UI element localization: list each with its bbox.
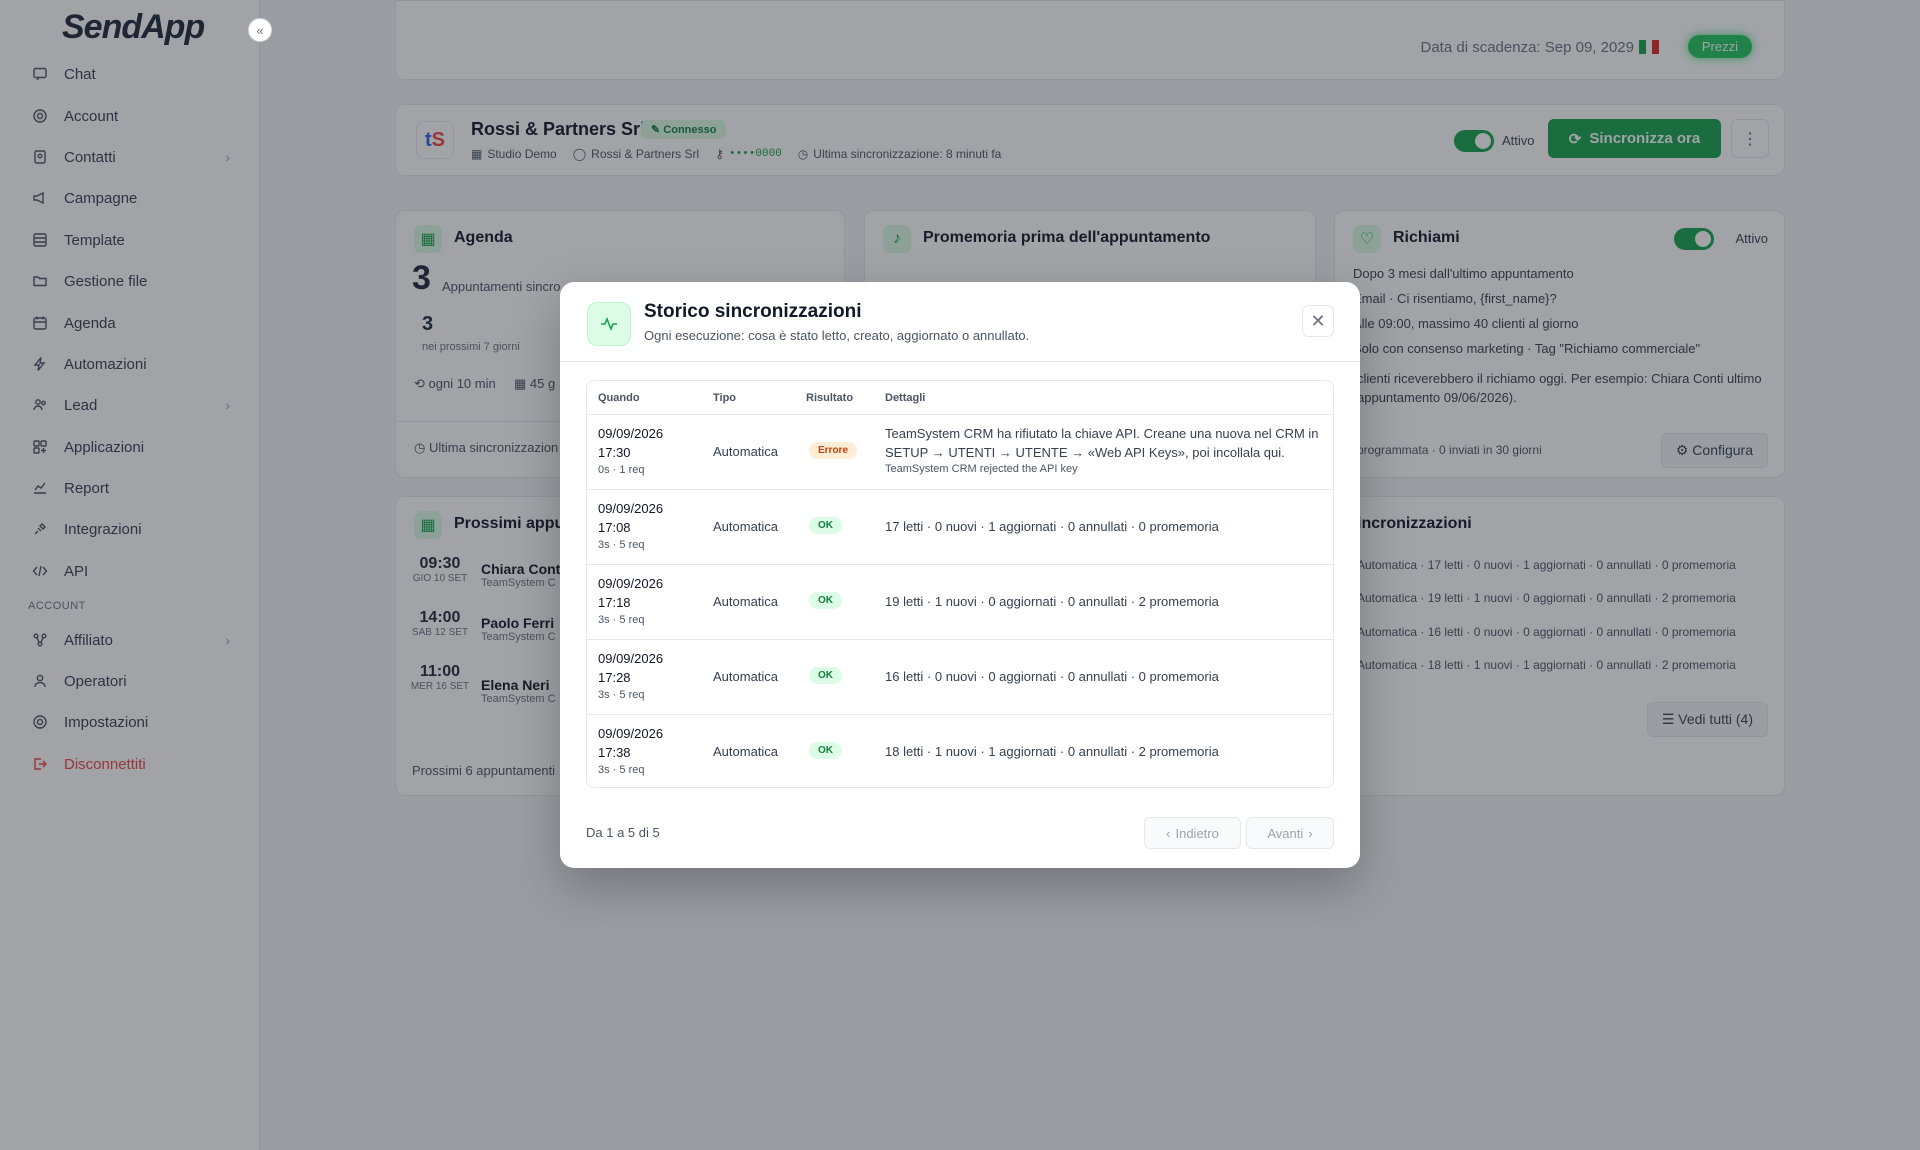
sync-history-table: Quando Tipo Risultato Dettagli 09/09/202… [586,380,1334,788]
cell-when: 09/09/2026 17:38 3s · 5 req [598,724,688,778]
cell-when: 09/09/2026 17:28 3s · 5 req [598,649,688,703]
result-badge-ok: OK [809,517,842,534]
row-date: 09/09/2026 [598,426,664,441]
row-time: 17:38 [598,745,631,760]
table-row: 09/09/2026 17:38 3s · 5 req Automatica OK … [587,715,1333,787]
result-badge-ok: OK [809,742,842,759]
row-date: 09/09/2026 [598,651,664,666]
row-meta: 3s · 5 req [598,539,645,551]
result-badge-error: Errore [809,442,858,459]
row-time: 17:08 [598,520,631,535]
row-meta: 3s · 5 req [598,689,645,701]
details-text: TeamSystem CRM ha rifiutato la chiave AP… [885,426,1319,460]
table-header: Quando Tipo Risultato Dettagli [587,381,1333,415]
column-header-when: Quando [598,392,640,404]
modal-subtitle: Ogni esecuzione: cosa è stato letto, cre… [644,328,1030,343]
close-button[interactable]: ✕ [1302,305,1334,337]
row-meta: 3s · 5 req [598,614,645,626]
column-header-details: Dettagli [885,392,926,404]
cell-when: 09/09/2026 17:18 3s · 5 req [598,574,688,628]
table-row: 09/09/2026 17:30 0s · 1 req Automatica Err… [587,415,1333,490]
close-icon: ✕ [1310,310,1326,331]
cell-type: Automatica [713,519,779,534]
pagination-info: Da 1 a 5 di 5 [586,825,660,840]
row-date: 09/09/2026 [598,576,664,591]
column-header-result: Risultato [806,392,854,404]
activity-icon [587,302,631,346]
sync-history-modal: Storico sincronizzazioni Ogni esecuzione… [560,282,1360,868]
modal-divider [560,361,1360,362]
column-header-type: Tipo [713,392,737,404]
cell-type: Automatica [713,669,779,684]
previous-page-button[interactable]: ‹ Indietro [1144,817,1241,849]
table-row: 09/09/2026 17:28 3s · 5 req Automatica OK … [587,640,1333,715]
table-row: 09/09/2026 17:18 3s · 5 req Automatica OK … [587,565,1333,640]
row-date: 09/09/2026 [598,501,664,516]
cell-type: Automatica [713,594,779,609]
cell-when: 09/09/2026 17:30 0s · 1 req [598,424,688,478]
row-time: 17:30 [598,445,631,460]
row-meta: 0s · 1 req [598,464,645,476]
row-meta: 3s · 5 req [598,764,645,776]
cell-details: 19 letti · 1 nuovi · 0 aggiornati · 0 an… [885,594,1219,609]
chevron-right-icon: › [1308,825,1313,841]
cell-details: 16 letti · 0 nuovi · 0 aggiornati · 0 an… [885,669,1219,684]
cell-details: 17 letti · 0 nuovi · 1 aggiornati · 0 an… [885,519,1219,534]
row-date: 09/09/2026 [598,726,664,741]
collapse-sidebar-button[interactable]: « [248,18,272,42]
next-label: Avanti [1267,825,1304,841]
next-page-button[interactable]: Avanti › [1246,817,1334,849]
previous-label: Indietro [1175,825,1219,841]
modal-title: Storico sincronizzazioni [644,301,862,322]
result-badge-ok: OK [809,592,842,609]
cell-details: TeamSystem CRM ha rifiutato la chiave AP… [885,424,1325,476]
cell-details: 18 letti · 1 nuovi · 1 aggiornati · 0 an… [885,744,1219,759]
cell-type: Automatica [713,744,779,759]
row-time: 17:28 [598,670,631,685]
table-row: 09/09/2026 17:08 3s · 5 req Automatica OK … [587,490,1333,565]
cell-type: Automatica [713,444,779,459]
result-badge-ok: OK [809,667,842,684]
row-time: 17:18 [598,595,631,610]
chevron-left-icon: ‹ [1166,825,1171,841]
details-subtext: TeamSystem CRM rejected the API key [885,463,1078,475]
cell-when: 09/09/2026 17:08 3s · 5 req [598,499,688,553]
